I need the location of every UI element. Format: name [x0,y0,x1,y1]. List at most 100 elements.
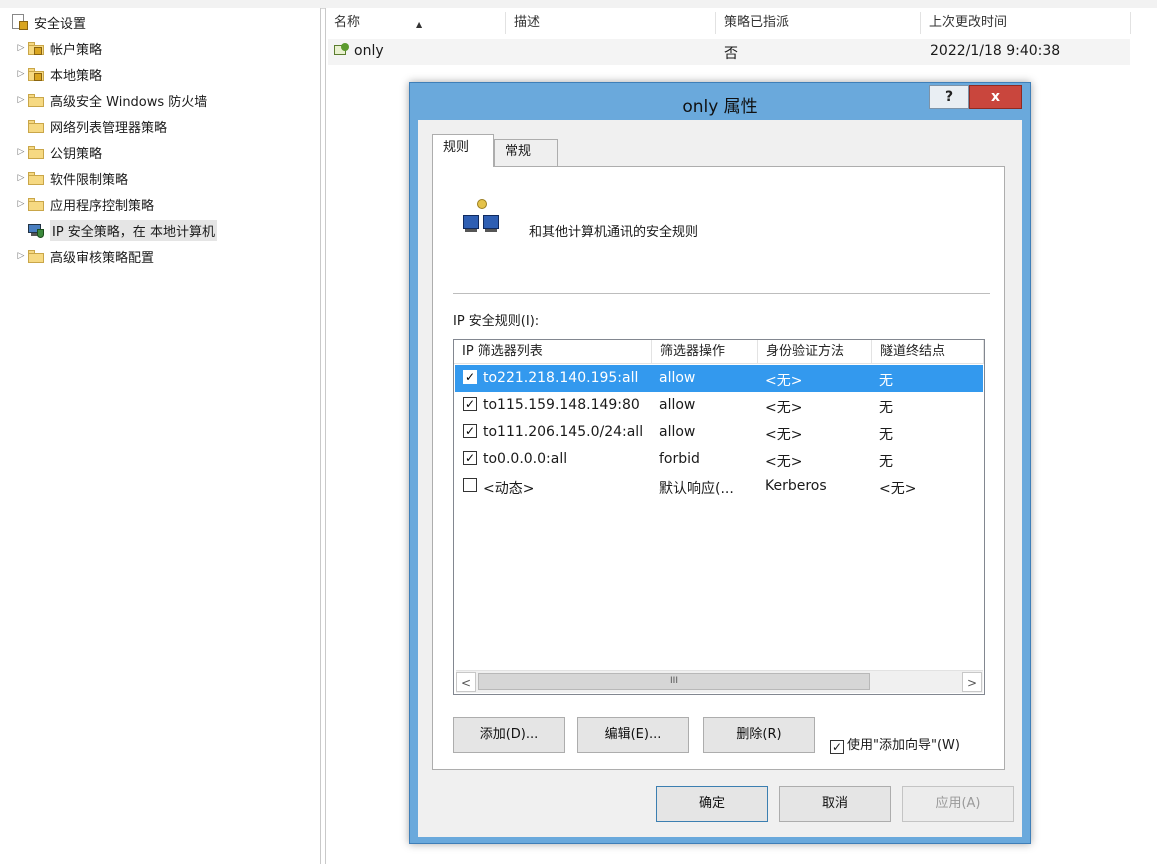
scroll-right-button[interactable]: > [962,672,982,692]
tree-root-label: 安全设置 [34,16,87,32]
rule-row[interactable]: ✓ to115.159.148.149:80 allow <无> 无 [455,392,983,419]
tree-item-label: 帐户策略 [50,42,103,58]
remove-button[interactable]: 删除(R) [703,717,815,753]
tree-item-local-policy[interactable]: ▷ 本地策略 [14,62,102,86]
column-header-filter[interactable]: IP 筛选器列表 [454,340,652,364]
dialog-body: 规则 常规 和其他计算机通讯的安全规则 IP 安全规则(I): IP 筛选器列表… [418,120,1022,837]
tree-item-network-list[interactable]: 网络列表管理器策略 [14,114,167,138]
rule-tunnel: 无 [879,427,893,443]
cancel-button[interactable]: 取消 [779,786,891,822]
scroll-thumb[interactable]: III [478,673,870,690]
expand-arrow-icon[interactable]: ▷ [14,251,28,261]
rule-checkbox[interactable]: ✓ [463,370,477,384]
folder-icon [28,171,44,185]
tree-item-label: 高级审核策略配置 [50,250,155,266]
tree-item-label: 本地策略 [50,68,103,84]
tree-item-account-policy[interactable]: ▷ 帐户策略 [14,36,102,60]
rule-tunnel: 无 [879,400,893,416]
column-header-name[interactable]: 名称 ▲ [326,12,506,34]
wizard-option[interactable]: ✓ 使用"添加向导"(W) [830,734,960,754]
properties-dialog: only 属性 ? x 规则 常规 和其他计算机通讯的安全规则 IP 安全规则(… [409,82,1031,844]
separator [453,293,990,294]
rule-row[interactable]: ✓ to0.0.0.0:all forbid <无> 无 [455,446,983,473]
sort-up-icon: ▲ [416,20,423,29]
column-header-tunnel[interactable]: 隧道终结点 [872,340,984,364]
tab-general[interactable]: 常规 [494,139,558,167]
rule-row[interactable]: ✓ to111.206.145.0/24:all allow <无> 无 [455,419,983,446]
rule-auth: <无> [765,454,803,470]
dialog-titlebar[interactable]: only 属性 ? x [410,83,1030,121]
tree-item-app-control[interactable]: ▷ 应用程序控制策略 [14,192,154,216]
expand-arrow-icon[interactable]: ▷ [14,69,28,79]
ip-security-icon [28,222,44,238]
folder-icon [28,145,44,159]
rule-checkbox[interactable]: ✓ [463,424,477,438]
column-header-modified[interactable]: 上次更改时间 [921,12,1131,34]
rule-checkbox[interactable] [463,478,477,492]
rule-auth: <无> [765,427,803,443]
expand-arrow-icon[interactable]: ▷ [14,147,28,157]
security-settings-icon [12,14,28,30]
scroll-left-button[interactable]: < [456,672,476,692]
rule-checkbox[interactable]: ✓ [463,451,477,465]
folder-icon [28,249,44,263]
expand-arrow-icon[interactable]: ▷ [14,199,28,209]
tree-root-security-settings[interactable]: 安全设置 [12,10,86,34]
expand-arrow-icon[interactable]: ▷ [14,173,28,183]
rule-row[interactable]: ✓ to221.218.140.195:all allow <无> 无 [455,365,983,392]
policy-icon [334,43,350,57]
tree-item-software-restriction[interactable]: ▷ 软件限制策略 [14,166,128,190]
rule-action: allow [659,424,696,440]
tree-item-public-key[interactable]: ▷ 公钥策略 [14,140,102,164]
column-header-action[interactable]: 筛选器操作 [652,340,758,364]
expand-arrow-icon[interactable]: ▷ [14,95,28,105]
folder-icon [28,93,44,107]
add-button[interactable]: 添加(D)... [453,717,565,753]
rule-row[interactable]: <动态> 默认响应(... Kerberos <无> [455,473,983,500]
rule-action: allow [659,370,696,386]
rules-list[interactable]: IP 筛选器列表 筛选器操作 身份验证方法 隧道终结点 ✓ to221.218.… [453,339,985,695]
policy-name: only [354,43,384,59]
column-header-auth[interactable]: 身份验证方法 [758,340,872,364]
horizontal-scrollbar[interactable]: < III > [456,670,983,693]
tree-item-ip-security[interactable]: IP 安全策略，在 本地计算机 [14,218,217,242]
locked-folder-icon [28,41,44,55]
help-button[interactable]: ? [929,85,969,109]
edit-button[interactable]: 编辑(E)... [577,717,689,753]
tree-item-label: 软件限制策略 [50,172,129,188]
wizard-label: 使用"添加向导"(W) [847,738,960,753]
wizard-checkbox[interactable]: ✓ [830,740,844,754]
column-header-assigned[interactable]: 策略已指派 [716,12,921,34]
rule-tunnel: <无> [879,481,917,497]
rule-checkbox[interactable]: ✓ [463,397,477,411]
rule-tunnel: 无 [879,454,893,470]
column-header-desc[interactable]: 描述 [506,12,716,34]
tree-item-label: 公钥策略 [50,146,103,162]
expand-arrow-icon[interactable]: ▷ [14,43,28,53]
table-row[interactable]: only 否 2022/1/18 9:40:38 [328,39,1130,65]
tab-rules[interactable]: 规则 [432,134,494,167]
column-header-label: 上次更改时间 [929,15,1008,30]
close-button[interactable]: x [969,85,1022,109]
rule-auth: Kerberos [765,478,827,494]
rule-filter: to115.159.148.149:80 [483,397,640,413]
folder-icon [28,119,44,133]
rule-action: allow [659,397,696,413]
tree-item-firewall[interactable]: ▷ 高级安全 Windows 防火墙 [14,88,207,112]
rule-auth: <无> [765,400,803,416]
rules-list-label: IP 安全规则(I): [453,314,540,329]
folder-icon [28,197,44,211]
tree-item-label: 网络列表管理器策略 [50,120,168,136]
rule-filter: to0.0.0.0:all [483,451,568,467]
tree-item-audit-policy[interactable]: ▷ 高级审核策略配置 [14,244,154,268]
rule-filter: to111.206.145.0/24:all [483,424,644,440]
tree-item-label: IP 安全策略，在 本地计算机 [50,219,217,241]
rule-filter: <动态> [483,481,535,497]
rule-action: 默认响应(... [659,481,734,497]
locked-folder-icon [28,67,44,81]
ok-button[interactable]: 确定 [656,786,768,822]
apply-button[interactable]: 应用(A) [902,786,1014,822]
policy-tree: 安全设置 ▷ 帐户策略 ▷ 本地策略 ▷ 高级安全 Windows 防火墙 网络… [0,8,321,864]
policy-assigned: 否 [724,46,738,62]
rule-action: forbid [659,451,700,467]
